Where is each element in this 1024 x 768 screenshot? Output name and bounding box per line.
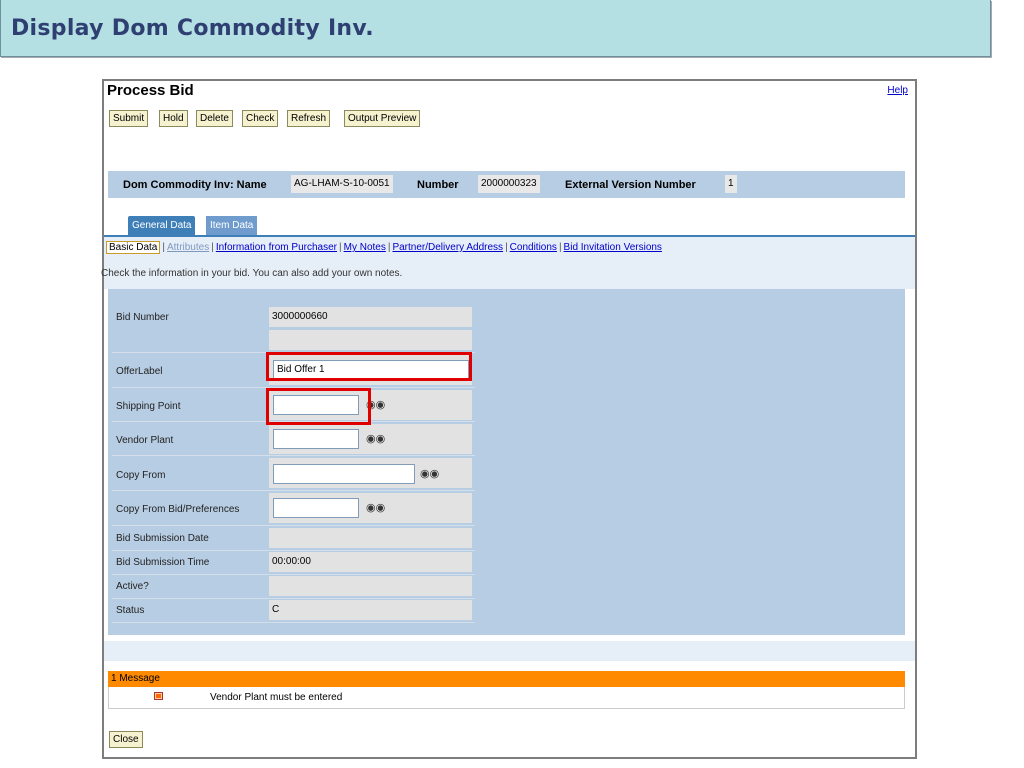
tab-item-data[interactable]: Item Data xyxy=(206,216,258,236)
submission-time-value: 00:00:00 xyxy=(269,552,472,572)
check-button[interactable]: Check xyxy=(242,110,279,127)
ext-version-label: External Version Number xyxy=(565,179,696,191)
subnav-links: Basic Data | Attributes | Information from P… xyxy=(106,241,662,254)
bid-number-spacer xyxy=(269,330,472,350)
binoculars-icon[interactable]: ◉◉ xyxy=(366,432,385,445)
output-preview-button[interactable]: Output Preview xyxy=(344,110,421,127)
status-label: Status xyxy=(116,605,145,616)
tab-general-data[interactable]: General Data xyxy=(128,216,196,236)
banner-title: Display Dom Commodity Inv. xyxy=(11,16,374,41)
offer-label-field[interactable]: Bid Offer 1 xyxy=(273,360,469,380)
basic-data-form: Bid Number 3000000660 OfferLabel Bid Off… xyxy=(108,289,905,635)
active-label: Active? xyxy=(116,581,149,592)
number-value: 2000000323 xyxy=(478,175,540,193)
hint-text: Check the information in your bid. You c… xyxy=(101,268,403,279)
submission-time-label: Bid Submission Time xyxy=(116,557,210,568)
message-area xyxy=(104,641,915,661)
copy-from-label: Copy From xyxy=(116,470,166,481)
submission-date-value xyxy=(269,528,472,548)
name-label: Dom Commodity Inv: Name xyxy=(123,179,267,191)
active-value xyxy=(269,576,472,596)
copy-from-bid-field[interactable] xyxy=(273,498,359,518)
copy-from-bid-label: Copy From Bid/Preferences xyxy=(116,504,240,515)
ext-version-value: 1 xyxy=(725,175,737,193)
bid-number-value: 3000000660 xyxy=(269,307,472,327)
number-label: Number xyxy=(417,179,459,191)
vendor-plant-field[interactable] xyxy=(273,429,359,449)
window-title: Process Bid xyxy=(107,82,194,99)
document-header: Dom Commodity Inv: Name AG-LHAM-S-10-005… xyxy=(108,171,905,198)
shipping-point-label: Shipping Point xyxy=(116,401,181,412)
refresh-button[interactable]: Refresh xyxy=(287,110,331,127)
subnav-bid-versions[interactable]: Bid Invitation Versions xyxy=(564,242,662,253)
status-value: C xyxy=(269,600,472,620)
subnav-info-purchaser[interactable]: Information from Purchaser xyxy=(216,242,337,253)
subnav-conditions[interactable]: Conditions xyxy=(510,242,557,253)
subnav-attributes[interactable]: Attributes xyxy=(167,242,209,253)
submission-date-label: Bid Submission Date xyxy=(116,533,209,544)
subnav-basic-data[interactable]: Basic Data xyxy=(106,241,161,254)
copy-from-field[interactable] xyxy=(273,464,415,484)
shipping-point-field[interactable] xyxy=(273,395,359,415)
submit-button[interactable]: Submit xyxy=(109,110,149,127)
bid-number-label: Bid Number xyxy=(116,312,169,323)
close-button[interactable]: Close xyxy=(109,731,143,748)
help-link[interactable]: Help xyxy=(887,85,908,96)
process-bid-window: Process Bid Help Submit Hold Delete Chec… xyxy=(101,79,917,759)
subnav: Basic Data | Attributes | Information from P… xyxy=(101,237,915,289)
message-text: Vendor Plant must be entered xyxy=(210,692,343,703)
vendor-plant-label: Vendor Plant xyxy=(116,435,174,446)
message-row: Vendor Plant must be entered xyxy=(108,687,905,709)
offer-label-label: OfferLabel xyxy=(116,366,163,377)
title-banner: Display Dom Commodity Inv. xyxy=(0,0,991,57)
name-value: AG-LHAM-S-10-0051 xyxy=(291,175,393,193)
binoculars-icon[interactable]: ◉◉ xyxy=(366,398,385,411)
binoculars-icon[interactable]: ◉◉ xyxy=(420,467,439,480)
subnav-my-notes[interactable]: My Notes xyxy=(344,242,386,253)
error-icon xyxy=(154,692,163,700)
hold-button[interactable]: Hold xyxy=(159,110,188,127)
subnav-partner-address[interactable]: Partner/Delivery Address xyxy=(392,242,503,253)
message-header: 1 Message xyxy=(108,671,905,687)
binoculars-icon[interactable]: ◉◉ xyxy=(366,501,385,514)
delete-button[interactable]: Delete xyxy=(196,110,233,127)
